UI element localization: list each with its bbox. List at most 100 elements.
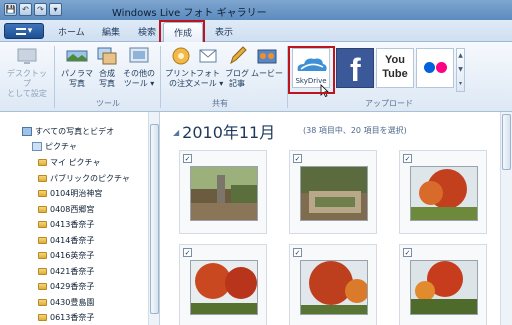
pen-icon — [230, 46, 247, 65]
blog-post-label: ブログ 記事 — [225, 69, 249, 88]
tree-folder-item[interactable]: 0413香奈子 — [38, 219, 94, 230]
tree-item-label: すべての写真とビデオ — [35, 127, 115, 136]
photo-thumbnail — [190, 166, 258, 221]
main-scroll-thumb[interactable] — [502, 114, 511, 170]
tree-folder-item[interactable]: 0408西郷宮 — [38, 204, 94, 215]
more-tools-icon — [129, 47, 149, 63]
movie-label: ムービー — [251, 69, 283, 78]
more-tools-label: その他の ツール ▾ — [123, 69, 155, 88]
tree-folder-item[interactable]: マイ ピクチャ — [38, 157, 100, 168]
selection-count: (38 項目中、20 項目を選択) — [303, 126, 407, 135]
tree-item-label: 0414香奈子 — [50, 235, 95, 245]
tab-edit[interactable]: 編集 — [102, 25, 120, 38]
facebook-icon: f — [350, 52, 361, 88]
photo-tile[interactable]: ✓ — [289, 150, 377, 234]
navigation-pane: すべての写真とビデオ ピクチャ マイ ピクチャパブリックのピクチャ 0104明治神… — [0, 112, 160, 325]
ribbon-tab-row: ▾ ホーム 編集 検索 作成 表示 — [0, 20, 512, 42]
save-icon[interactable]: 💾 — [4, 3, 17, 16]
folder-icon — [38, 298, 47, 306]
gallery-scroll-button[interactable]: ▲ ▼ ▾ — [456, 48, 465, 92]
tree-item-label: 0413香奈子 — [50, 220, 95, 229]
photo-checkbox[interactable]: ✓ — [403, 154, 412, 163]
more-tools-button[interactable]: その他の ツール ▾ — [117, 45, 161, 89]
tab-find[interactable]: 検索 — [138, 25, 156, 38]
mouse-cursor-icon — [320, 84, 329, 97]
youtube-upload-button[interactable]: You Tube — [376, 48, 414, 88]
tree-folder-item[interactable]: 0104明治神宮 — [38, 188, 102, 199]
sidebar-scroll-thumb[interactable] — [150, 124, 159, 314]
photo-tile[interactable]: ✓ — [399, 150, 487, 234]
photo-checkbox[interactable]: ✓ — [293, 248, 302, 257]
flickr-icon — [424, 62, 448, 74]
folder-icon — [38, 174, 47, 182]
photo-tile[interactable]: ✓ — [179, 150, 267, 234]
folder-icon — [38, 159, 47, 166]
photo-checkbox[interactable]: ✓ — [183, 248, 192, 257]
menu-icon — [15, 27, 26, 35]
collapse-triangle-icon[interactable]: ◢ — [173, 128, 179, 137]
folder-icon — [38, 205, 47, 213]
tree-folder-item[interactable]: 0430豊島園 — [38, 297, 94, 308]
tree-folder-item[interactable]: 0421香奈子 — [38, 266, 94, 277]
set-desktop-background-button[interactable]: デスクトップ として設定 — [4, 45, 50, 99]
customize-toolbar-icon[interactable]: ▾ — [49, 3, 62, 16]
photo-tile[interactable]: ✓ — [179, 244, 267, 325]
tree-pictures[interactable]: ピクチャ — [32, 141, 77, 152]
tree-item-label: 0613香奈子 — [50, 313, 95, 322]
desktop-icon — [17, 48, 37, 64]
undo-icon[interactable]: ↶ — [19, 3, 32, 16]
photo-thumbnail — [410, 166, 478, 221]
photo-tile[interactable]: ✓ — [289, 244, 377, 325]
movie-button[interactable]: ムービー — [247, 45, 287, 79]
folder-icon — [38, 314, 47, 321]
email-icon — [199, 49, 217, 63]
tools-group-label: ツール — [96, 99, 120, 108]
folder-icon — [38, 221, 47, 228]
facebook-upload-button[interactable]: f — [336, 48, 374, 88]
flickr-upload-button[interactable] — [416, 48, 454, 88]
photo-thumbnail — [300, 260, 368, 315]
photo-checkbox[interactable]: ✓ — [183, 154, 192, 163]
folder-icon — [38, 283, 47, 290]
tree-folder-item[interactable]: パブリックのピクチャ — [38, 173, 130, 184]
photo-checkbox[interactable]: ✓ — [293, 154, 302, 163]
tree-item-label: パブリックのピクチャ — [50, 173, 130, 183]
tab-view[interactable]: 表示 — [215, 25, 233, 38]
pictures-library-icon — [32, 142, 42, 151]
date-heading: 2010年11月 — [182, 123, 276, 142]
set-desktop-background-label: デスクトップ として設定 — [7, 69, 47, 98]
skydrive-upload-button[interactable]: SkyDrive — [292, 48, 330, 88]
tree-folder-item[interactable]: 0613香奈子 — [38, 312, 94, 323]
folder-icon — [38, 236, 47, 244]
quick-access-toolbar: 💾 ↶ ↷ ▾ — [4, 3, 62, 16]
folder-icon — [38, 190, 47, 197]
window-title: Windows Live フォト ギャラリー — [112, 8, 267, 19]
tree-folder-item[interactable]: 0416英奈子 — [38, 250, 94, 261]
photo-checkbox[interactable]: ✓ — [403, 248, 412, 257]
sidebar-scrollbar[interactable] — [148, 112, 159, 325]
tree-folder-item[interactable]: 0429香奈子 — [38, 281, 94, 292]
photo-browser: ◢ 2010年11月 (38 項目中、20 項目を選択) ✓ ✓ ✓ ✓ ✓ ✓ — [161, 112, 512, 325]
date-group-header[interactable]: ◢ 2010年11月 — [173, 119, 275, 143]
file-menu-arrow: ▾ — [27, 26, 33, 36]
tree-item-label: 0430豊島園 — [50, 297, 95, 307]
redo-icon[interactable]: ↷ — [34, 3, 47, 16]
movie-icon — [257, 49, 277, 64]
separator — [287, 46, 288, 108]
main-scrollbar[interactable] — [500, 112, 512, 325]
tree-item-label: 0421香奈子 — [50, 266, 95, 276]
tree-item-label: マイ ピクチャ — [50, 158, 101, 167]
tree-item-label: 0408西郷宮 — [50, 204, 95, 214]
tree-item-label: 0104明治神宮 — [50, 189, 103, 198]
panorama-icon — [66, 50, 88, 62]
tab-home[interactable]: ホーム — [58, 25, 85, 38]
tab-create[interactable]: 作成 — [163, 22, 204, 42]
tree-item-label: ピクチャ — [45, 142, 77, 151]
photo-thumbnail — [190, 260, 258, 315]
photo-tile[interactable]: ✓ — [399, 244, 487, 325]
ribbon: デスクトップ として設定 パノラマ 写真 合成 写真 その他の ツール ▾ ツー… — [0, 42, 512, 112]
tree-all-photos-videos[interactable]: すべての写真とビデオ — [22, 126, 114, 137]
folder-icon — [38, 252, 47, 259]
file-menu-button[interactable]: ▾ — [4, 23, 44, 39]
tree-folder-item[interactable]: 0414香奈子 — [38, 235, 94, 246]
